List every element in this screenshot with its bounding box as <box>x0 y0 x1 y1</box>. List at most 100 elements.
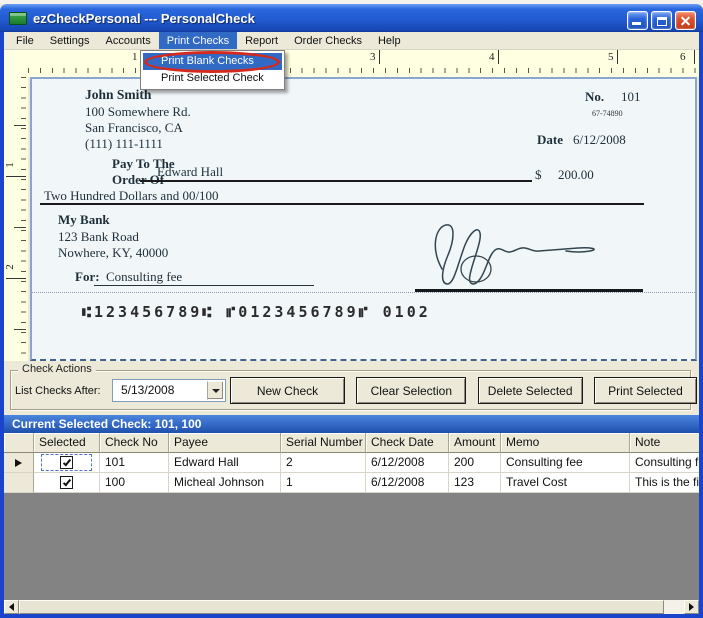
maximize-button[interactable] <box>651 11 672 30</box>
menu-bar: File Settings Accounts Print Checks Repo… <box>4 32 699 50</box>
selected-cell[interactable] <box>34 453 100 473</box>
print-checks-dropdown-menu: Print Blank Checks Print Selected Check <box>140 50 285 90</box>
amount-value: 200.00 <box>558 167 594 183</box>
row-selector-header <box>4 433 34 453</box>
check-preview-panel: John Smith 100 Somewhere Rd. San Francis… <box>30 77 697 361</box>
action-buttons: New Check Clear Selection Delete Selecte… <box>230 377 697 404</box>
payee-underline <box>140 180 532 182</box>
col-check-date[interactable]: Check Date <box>366 433 449 453</box>
checkmark-icon <box>62 457 70 466</box>
col-amount[interactable]: Amount <box>449 433 501 453</box>
date-filter-combobox[interactable]: 5/13/2008 <box>112 379 226 402</box>
check-no-cell[interactable]: 100 <box>100 473 169 493</box>
col-payee[interactable]: Payee <box>169 433 281 453</box>
current-selected-check-caption: Current Selected Check: 101, 100 <box>4 415 699 433</box>
row-selector-cell[interactable] <box>4 453 34 473</box>
close-button[interactable] <box>675 11 696 30</box>
checks-table: Selected Check No Payee Serial Number Ch… <box>4 433 699 493</box>
serial-cell[interactable]: 1 <box>281 473 366 493</box>
ruler-number: 6 <box>680 51 686 63</box>
app-icon <box>9 12 27 25</box>
scroll-left-button[interactable] <box>4 600 19 614</box>
table-row[interactable]: 100 Micheal Johnson 1 6/12/2008 123 Trav… <box>4 473 699 493</box>
payee-cell[interactable]: Micheal Johnson <box>169 473 281 493</box>
title-bar[interactable]: ezCheckPersonal --- PersonalCheck <box>0 4 703 32</box>
memo-cell[interactable]: Travel Cost <box>501 473 630 493</box>
memo-cell[interactable]: Consulting fee <box>501 453 630 473</box>
col-memo[interactable]: Memo <box>501 433 630 453</box>
clear-selection-button[interactable]: Clear Selection <box>356 377 466 404</box>
col-check-no[interactable]: Check No <box>100 433 169 453</box>
amount-words-underline <box>40 203 644 205</box>
menu-item-print-selected-check[interactable]: Print Selected Check <box>143 70 282 87</box>
col-selected[interactable]: Selected <box>34 433 100 453</box>
bank-name: My Bank <box>58 212 110 228</box>
for-underline <box>94 285 314 286</box>
ruler-number: 1 <box>4 162 16 168</box>
row-checkbox[interactable] <box>60 456 73 469</box>
row-selector-cell[interactable] <box>4 473 34 493</box>
minimize-icon <box>632 22 641 25</box>
scrollbar-thumb[interactable] <box>19 600 664 614</box>
vertical-ruler: 1 2 <box>4 77 28 361</box>
col-note[interactable]: Note <box>630 433 699 453</box>
maximize-icon <box>657 17 667 26</box>
menu-accounts[interactable]: Accounts <box>97 32 158 49</box>
titlebar-buttons <box>627 11 696 30</box>
amount-cell[interactable]: 200 <box>449 453 501 473</box>
window-border-bottom <box>0 614 703 618</box>
row-checkbox[interactable] <box>60 476 73 489</box>
table-header-row: Selected Check No Payee Serial Number Ch… <box>4 433 699 453</box>
date-filter-dropdown-button[interactable] <box>207 381 224 400</box>
menu-order-checks[interactable]: Order Checks <box>286 32 370 49</box>
minimize-button[interactable] <box>627 11 648 30</box>
date-value: 6/12/2008 <box>573 132 626 148</box>
menu-file[interactable]: File <box>8 32 42 49</box>
micr-line: ⑆123456789⑆ ⑈0123456789⑈ 0102 <box>82 303 431 321</box>
menu-item-print-blank-checks[interactable]: Print Blank Checks <box>143 53 282 70</box>
new-check-button[interactable]: New Check <box>230 377 345 404</box>
check-actions-title: Check Actions <box>18 363 96 375</box>
amount-words: Two Hundred Dollars and 00/100 <box>44 188 219 204</box>
ruler-number: 4 <box>489 51 495 63</box>
check-no-value: 101 <box>621 89 641 105</box>
checkmark-icon <box>62 477 70 486</box>
note-cell[interactable]: This is the first travel cost p <box>630 473 699 493</box>
amount-cell[interactable]: 123 <box>449 473 501 493</box>
check-date-cell[interactable]: 6/12/2008 <box>366 453 449 473</box>
right-arrow-icon <box>689 603 694 611</box>
selected-cell[interactable] <box>34 473 100 493</box>
window-border-right <box>699 28 703 618</box>
list-checks-after-label: List Checks After: <box>15 385 101 397</box>
date-label: Date <box>537 132 563 148</box>
ruler-number: 5 <box>608 51 614 63</box>
payee-cell[interactable]: Edward Hall <box>169 453 281 473</box>
ruler-number: 2 <box>4 264 16 270</box>
menu-help[interactable]: Help <box>370 32 409 49</box>
horizontal-scrollbar[interactable] <box>4 600 699 614</box>
col-serial-number[interactable]: Serial Number <box>281 433 366 453</box>
menu-settings[interactable]: Settings <box>42 32 98 49</box>
scroll-right-button[interactable] <box>684 600 699 614</box>
payee-value: Edward Hall <box>157 164 223 180</box>
signature-image <box>420 219 638 291</box>
dollar-sign: $ <box>535 167 542 183</box>
bank-fraction: 67-74890 <box>592 109 623 118</box>
check-bottom-perforation <box>32 292 695 293</box>
menu-print-checks[interactable]: Print Checks <box>159 32 237 49</box>
note-cell[interactable]: Consulting fee for architure <box>630 453 699 473</box>
date-filter-value: 5/13/2008 <box>121 380 174 401</box>
payer-phone: (111) 111-1111 <box>85 136 163 152</box>
ruler-number: 1 <box>132 51 138 63</box>
check-no-cell[interactable]: 101 <box>100 453 169 473</box>
bank-address2: Nowhere, KY, 40000 <box>58 245 168 261</box>
ruler-number: 3 <box>370 51 376 63</box>
check-date-cell[interactable]: 6/12/2008 <box>366 473 449 493</box>
chevron-down-icon <box>212 389 220 393</box>
delete-selected-button[interactable]: Delete Selected <box>478 377 583 404</box>
print-selected-button[interactable]: Print Selected <box>594 377 697 404</box>
serial-cell[interactable]: 2 <box>281 453 366 473</box>
horizontal-ruler: 1 3 4 5 6 <box>4 50 699 77</box>
menu-report[interactable]: Report <box>237 32 286 49</box>
table-row[interactable]: 101 Edward Hall 2 6/12/2008 200 Consulti… <box>4 453 699 473</box>
